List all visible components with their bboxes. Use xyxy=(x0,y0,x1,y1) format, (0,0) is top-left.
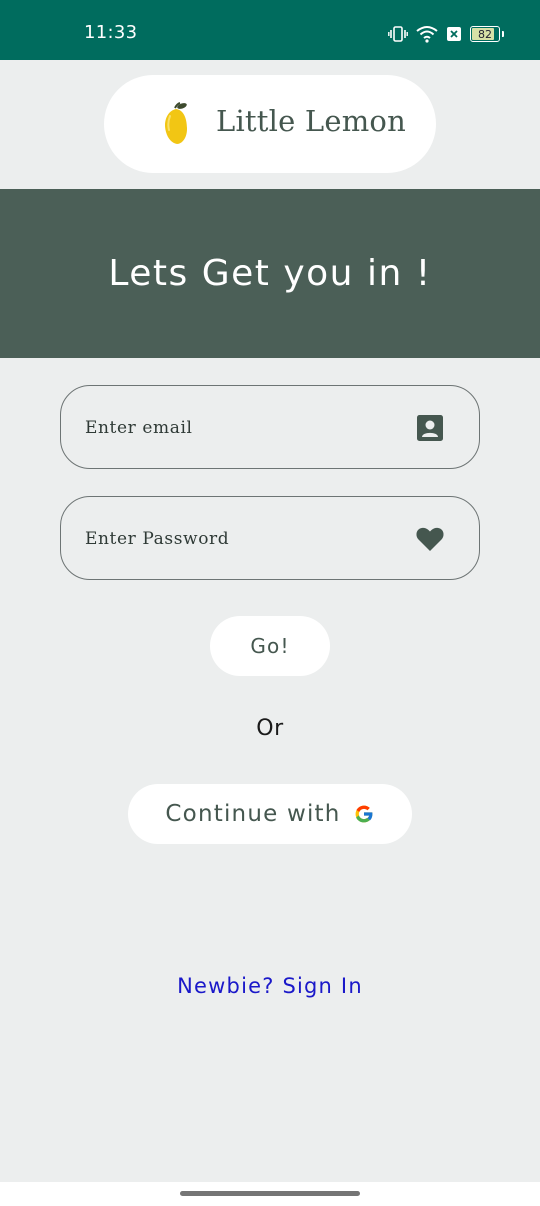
wifi-icon xyxy=(416,26,438,43)
home-indicator[interactable] xyxy=(180,1191,360,1196)
password-input[interactable] xyxy=(83,497,407,581)
google-button-label: Continue with xyxy=(165,801,341,827)
heart-icon xyxy=(416,527,444,551)
status-time: 11:33 xyxy=(84,22,138,43)
status-icons: 82 xyxy=(388,22,504,46)
battery-level: 82 xyxy=(478,27,492,41)
banner-title: Lets Get you in ! xyxy=(108,253,432,294)
navigation-bar xyxy=(0,1182,540,1206)
status-bar: 11:33 82 xyxy=(0,0,540,60)
continue-with-google-button[interactable]: Continue with xyxy=(128,784,412,844)
go-button[interactable]: Go! xyxy=(210,616,330,676)
password-field[interactable] xyxy=(60,496,480,581)
app-title: Little Lemon xyxy=(216,104,406,138)
email-field[interactable] xyxy=(60,385,480,470)
vibrate-icon xyxy=(388,26,408,42)
lemon-icon xyxy=(165,102,187,144)
email-input[interactable] xyxy=(83,386,407,470)
google-icon xyxy=(355,805,373,823)
hero-banner: Lets Get you in ! xyxy=(0,189,540,358)
login-screen: 11:33 82 Little Lemon Lets Get you in ! … xyxy=(0,0,540,1206)
sim-off-icon xyxy=(447,27,461,41)
or-divider: Or xyxy=(256,716,284,741)
battery-icon: 82 xyxy=(470,26,500,42)
newbie-sign-in-link[interactable]: Newbie? Sign In xyxy=(0,974,540,998)
battery-tip xyxy=(502,31,504,37)
contact-card-icon xyxy=(417,415,443,441)
